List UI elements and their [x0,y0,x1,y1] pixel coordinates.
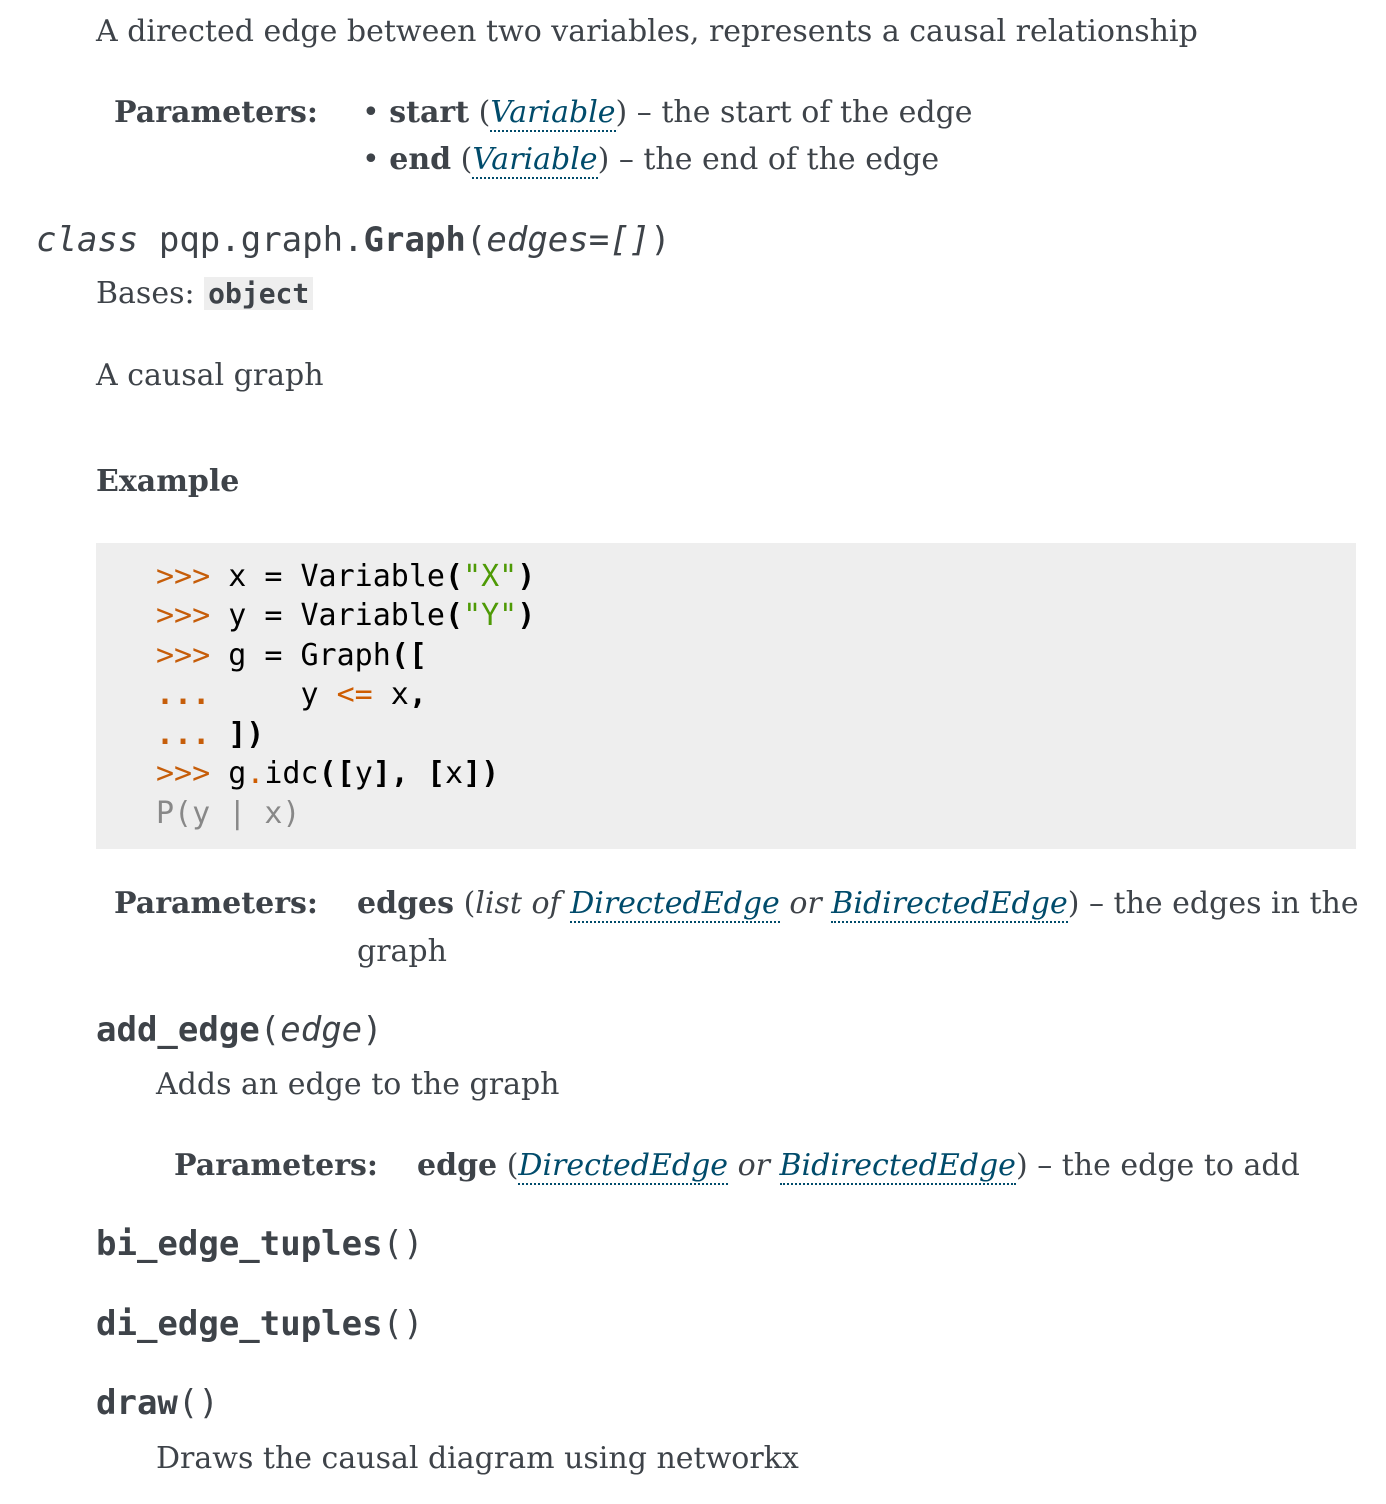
code-token: , [408,677,427,712]
graph-param-edges: edges (list of DirectedEdge or Bidirecte… [357,886,1359,923]
code-token: ]) [228,717,265,752]
variable-link[interactable]: Variable [472,142,598,179]
code-token: ]) [463,756,500,791]
method-arg-edge: edge [280,1010,363,1050]
param-type-or: or [728,1148,780,1183]
bases-value: object [204,277,314,310]
add-edge-params-label: Parameters: [174,1148,378,1183]
code-token: ([ [318,756,355,791]
param-desc-end: – the end of the edge [609,142,940,177]
add-edge-signature: add_edge(edge) [96,1010,383,1050]
code-token: ... [156,677,211,712]
parens: () [382,1224,424,1264]
code-token: P(y | x) [156,796,301,831]
code-token: ) [517,559,536,594]
add-edge-param: edge (DirectedEdge or BidirectedEdge) – … [417,1148,1300,1185]
code-token: y [210,677,337,712]
code-token: x = Variable [228,559,445,594]
code-token: >>> [156,638,229,673]
code-token: ) [517,598,536,633]
param-name-edge: edge [417,1148,498,1183]
code-token: idc [264,756,319,791]
param-desc-edge: – the edge to add [1027,1148,1300,1183]
code-token: y = Variable [228,598,445,633]
code-token: ( [445,598,464,633]
bases-line: Bases: object [96,276,314,311]
graph-params-label: Parameters: [114,886,318,921]
draw-signature: draw() [96,1383,219,1423]
di-edge-tuples-signature: di_edge_tuples() [96,1304,424,1344]
code-token: ], [372,756,409,791]
open-paren: ( [465,220,487,260]
param-type-prefix: list of [475,886,571,921]
directed-edge-description: A directed edge between two variables, r… [96,14,1198,49]
code-line: >>> g = Graph([ [156,638,427,673]
method-name-add-edge: add_edge [96,1010,260,1050]
code-token: <= [336,677,373,712]
example-heading: Example [96,464,240,499]
code-line: >>> g.idc([y], [x]) [156,756,499,791]
graph-description: A causal graph [96,358,324,393]
class-keyword: class [36,220,139,260]
directed-edge-params-label: Parameters: [114,95,318,130]
directed-edge-link[interactable]: DirectedEdge [570,886,780,923]
graph-class-signature: class pqp.graph.Graph(edges=[]) [36,220,671,260]
code-line: >>> y = Variable("Y") [156,598,535,633]
param-item-start: • start (Variable) – the start of the ed… [362,95,973,132]
param-name-edges: edges [357,886,455,921]
code-token: y [354,756,373,791]
code-token: x [445,756,464,791]
code-line: ... ]) [156,717,264,752]
code-token: x [372,677,409,712]
directed-edge-link[interactable]: DirectedEdge [518,1148,729,1185]
method-name-bi-edge-tuples: bi_edge_tuples [96,1224,383,1264]
code-token: g = Graph [228,638,391,673]
bidirected-edge-link[interactable]: BidirectedEdge [831,886,1068,923]
bases-label: Bases: [96,276,205,311]
method-name-di-edge-tuples: di_edge_tuples [96,1304,383,1344]
parens: () [177,1383,219,1423]
parens: () [382,1304,424,1344]
code-token: >>> [156,559,229,594]
add-edge-description: Adds an edge to the graph [156,1067,560,1102]
variable-link[interactable]: Variable [490,95,616,132]
param-name-start: start [389,95,470,130]
bullet: • [362,142,380,177]
code-token: . [246,756,265,791]
code-token: "X" [463,559,518,594]
class-name: Graph [363,220,466,260]
code-token: ... [156,717,211,752]
code-token: g [228,756,247,791]
method-name-draw: draw [96,1383,178,1423]
draw-description: Draws the causal diagram using networkx [156,1441,799,1476]
code-token: >>> [156,756,229,791]
param-item-end: • end (Variable) – the end of the edge [362,142,940,179]
close-paren: ) [650,220,671,260]
code-token: >>> [156,598,229,633]
param-name-end: end [389,142,452,177]
code-line: >>> x = Variable("X") [156,559,535,594]
code-token: "Y" [463,598,518,633]
open-paren: ( [259,1010,281,1050]
param-desc-start: – the start of the edge [627,95,973,130]
code-token: ( [445,559,464,594]
code-line: ... y <= x, [156,677,427,712]
param-type-or: or [779,886,832,921]
code-line: P(y | x) [156,796,301,831]
param-desc-edges: – the edges in the [1079,886,1359,921]
code-token: [ [426,756,445,791]
module-path: pqp.graph. [158,220,364,260]
bullet: • [362,95,380,130]
close-paren: ) [362,1010,383,1050]
code-token: ([ [390,638,427,673]
bi-edge-tuples-signature: bi_edge_tuples() [96,1224,424,1264]
class-arg: edges=[] [486,220,651,260]
bidirected-edge-link[interactable]: BidirectedEdge [779,1148,1016,1185]
graph-param-edges-cont: graph [357,934,447,969]
